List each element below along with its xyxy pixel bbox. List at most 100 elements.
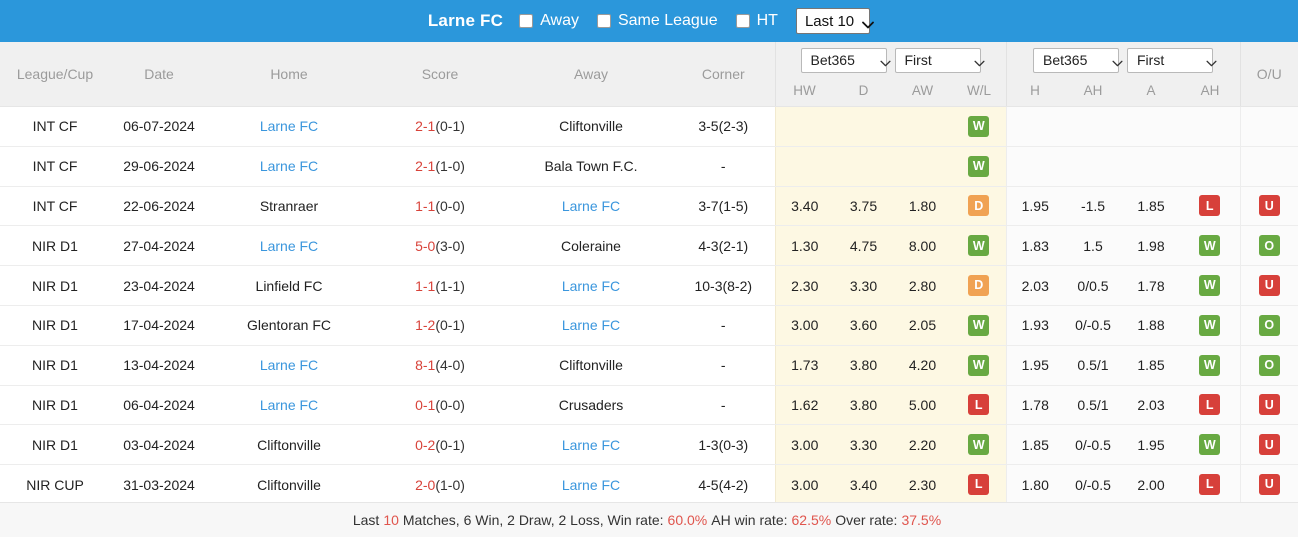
column-header-date[interactable]: Date	[110, 42, 208, 107]
table-row[interactable]: NIR D1 13-04-2024 Larne FC 8-1(4-0) Cliftonv…	[0, 345, 1298, 386]
cell-hw: 1.30	[774, 225, 834, 267]
cell-ah-result: W	[1180, 345, 1240, 386]
cell-ah-h: 1.85	[1005, 424, 1064, 466]
cell-date: 27-04-2024	[110, 225, 208, 267]
match-range-select[interactable]: Last 10	[795, 8, 875, 34]
table-row[interactable]: NIR D1 17-04-2024 Glentoran FC 1-2(0-1) Larn…	[0, 305, 1298, 346]
cell-home[interactable]: Larne FC	[208, 345, 370, 386]
result-badge: O	[1258, 354, 1280, 376]
cell-away[interactable]: Cliftonville	[510, 345, 672, 386]
result-badge: W	[1199, 314, 1221, 336]
result-badge: U	[1258, 275, 1280, 297]
cell-away[interactable]: Larne FC	[510, 464, 672, 502]
cell-date: 03-04-2024	[110, 424, 208, 466]
cell-score[interactable]: 1-1(1-1)	[370, 265, 510, 306]
sub-column-header-d: D	[858, 82, 869, 98]
cell-score[interactable]: 2-1(0-1)	[370, 106, 510, 147]
cell-d: 3.40	[834, 464, 893, 502]
cell-ah-result: W	[1180, 424, 1240, 466]
cell-away[interactable]: Bala Town F.C.	[510, 146, 672, 187]
column-header-home[interactable]: Home	[208, 42, 370, 107]
filter-checkbox-same-league[interactable]: Same League	[596, 12, 718, 30]
cell-aw: 2.80	[893, 265, 952, 306]
cell-home[interactable]: Stranraer	[208, 186, 370, 227]
phase-select-1x2[interactable]: First	[894, 47, 985, 73]
table-row[interactable]: NIR D1 03-04-2024 Cliftonville 0-2(0-1) Larn…	[0, 424, 1298, 466]
team-name-label: Larne FC	[427, 11, 504, 30]
cell-home[interactable]: Larne FC	[208, 385, 370, 426]
cell-date: 31-03-2024	[110, 464, 208, 502]
result-badge: W	[1199, 434, 1221, 456]
cell-away[interactable]: Larne FC	[510, 265, 672, 306]
phase-select-ah[interactable]: First	[1127, 47, 1217, 73]
cell-date: 29-06-2024	[110, 146, 208, 187]
cell-away[interactable]: Larne FC	[510, 305, 672, 346]
filter-checkbox-away[interactable]: Away	[519, 12, 579, 30]
cell-home[interactable]: Larne FC	[208, 225, 370, 267]
cell-home[interactable]: Linfield FC	[208, 265, 370, 306]
checkbox-icon[interactable]	[519, 14, 534, 28]
cell-home[interactable]: Glentoran FC	[208, 305, 370, 346]
column-header-away[interactable]: Away	[510, 42, 672, 107]
filter-toolbar: Larne FC Away Same League HT Last 10	[0, 0, 1298, 42]
column-header-score[interactable]: Score	[370, 42, 510, 107]
cell-corner: -	[672, 385, 775, 426]
cell-score[interactable]: 1-1(0-0)	[370, 186, 510, 227]
cell-score[interactable]: 1-2(0-1)	[370, 305, 510, 346]
result-badge: U	[1258, 434, 1280, 456]
cell-ah-a	[1122, 146, 1180, 187]
result-badge: U	[1258, 474, 1280, 496]
table-row[interactable]: NIR CUP 31-03-2024 Cliftonville 2-0(1-0) Lar…	[0, 464, 1298, 502]
cell-ah-h: 1.93	[1005, 305, 1064, 346]
column-header-league[interactable]: League/Cup	[0, 42, 110, 107]
cell-ah-line	[1064, 146, 1122, 187]
cell-away[interactable]: Crusaders	[510, 385, 672, 426]
column-header-ou[interactable]: O/U	[1239, 42, 1298, 107]
cell-ah-h: 2.03	[1005, 265, 1064, 306]
result-badge: D	[968, 195, 990, 217]
cell-home[interactable]: Larne FC	[208, 106, 370, 147]
cell-aw: 8.00	[893, 225, 952, 267]
result-badge: W	[1199, 275, 1221, 297]
table-row[interactable]: INT CF 29-06-2024 Larne FC 2-1(1-0) Bala Tow…	[0, 146, 1298, 187]
cell-date: 22-06-2024	[110, 186, 208, 227]
cell-score[interactable]: 0-1(0-0)	[370, 385, 510, 426]
table-row[interactable]: NIR D1 23-04-2024 Linfield FC 1-1(1-1) Larne…	[0, 265, 1298, 306]
cell-aw	[893, 106, 952, 147]
result-badge: D	[968, 275, 990, 297]
cell-away[interactable]: Cliftonville	[510, 106, 672, 147]
sub-column-header-aw: AW	[911, 82, 934, 98]
cell-score[interactable]: 8-1(4-0)	[370, 345, 510, 386]
cell-corner: -	[672, 146, 775, 187]
cell-score[interactable]: 5-0(3-0)	[370, 225, 510, 267]
cell-home[interactable]: Cliftonville	[208, 464, 370, 502]
cell-score[interactable]: 2-0(1-0)	[370, 464, 510, 502]
cell-ah-h: 1.83	[1005, 225, 1064, 267]
cell-wl: L	[952, 385, 1006, 426]
bookmaker-select-ah[interactable]: Bet365	[1033, 47, 1123, 73]
bookmaker-select-1x2[interactable]: Bet365	[800, 47, 891, 73]
cell-ah-a: 1.78	[1122, 265, 1180, 306]
table-row[interactable]: INT CF 06-07-2024 Larne FC 2-1(0-1) Cliftonv…	[0, 106, 1298, 147]
cell-wl: D	[952, 265, 1006, 306]
table-header-row: League/Cup Date Home Score Away Corner B…	[0, 42, 1298, 107]
cell-away[interactable]: Larne FC	[510, 186, 672, 227]
table-row[interactable]: INT CF 22-06-2024 Stranraer 1-1(0-0) Larne F…	[0, 186, 1298, 227]
table-row[interactable]: NIR D1 27-04-2024 Larne FC 5-0(3-0) Colerain…	[0, 225, 1298, 267]
cell-home[interactable]: Larne FC	[208, 146, 370, 187]
cell-ah-result: W	[1180, 265, 1240, 306]
cell-home[interactable]: Cliftonville	[208, 424, 370, 466]
cell-date: 17-04-2024	[110, 305, 208, 346]
cell-wl: D	[952, 186, 1006, 227]
cell-score[interactable]: 0-2(0-1)	[370, 424, 510, 466]
column-header-corner[interactable]: Corner	[672, 42, 775, 107]
filter-checkbox-ht[interactable]: HT	[735, 12, 778, 30]
cell-ah-a: 1.85	[1122, 345, 1180, 386]
cell-away[interactable]: Larne FC	[510, 424, 672, 466]
cell-away[interactable]: Coleraine	[510, 225, 672, 267]
table-row[interactable]: NIR D1 06-04-2024 Larne FC 0-1(0-0) Crusader…	[0, 385, 1298, 426]
cell-score[interactable]: 2-1(1-0)	[370, 146, 510, 187]
checkbox-icon[interactable]	[735, 14, 750, 28]
footer-win-rate: 60.0%	[667, 512, 708, 528]
checkbox-icon[interactable]	[596, 14, 611, 28]
